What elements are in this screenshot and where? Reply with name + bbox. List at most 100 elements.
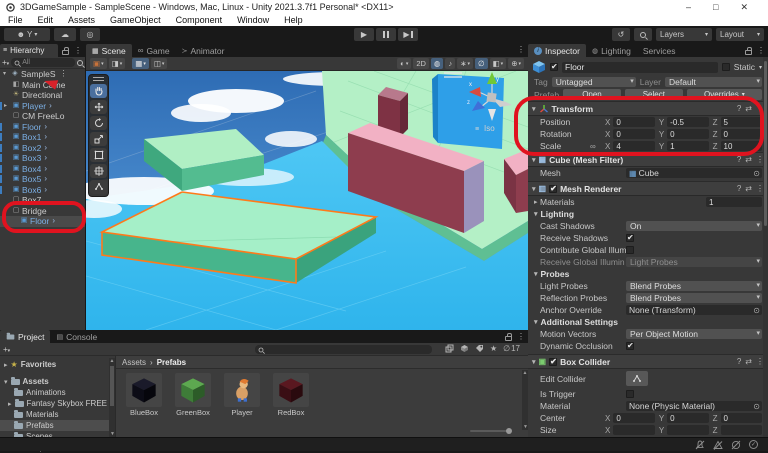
object-picker-icon[interactable]: ⊙ bbox=[753, 169, 760, 178]
prefab-arrow-icon[interactable]: › bbox=[44, 153, 47, 164]
cloud-button[interactable]: ☁ bbox=[54, 28, 76, 41]
foldout-icon[interactable]: ▾ bbox=[534, 270, 538, 278]
step-button[interactable]: ▶ bbox=[398, 28, 418, 41]
receive-shadows-checkbox[interactable] bbox=[626, 234, 634, 242]
tab-hierarchy[interactable]: ≡ Hierarchy bbox=[0, 44, 58, 57]
tag-dropdown[interactable]: Untagged bbox=[552, 77, 636, 87]
layout-dropdown[interactable]: Layout▾ bbox=[716, 28, 764, 41]
transform-tool[interactable] bbox=[90, 164, 107, 178]
prefab-arrow-icon[interactable]: › bbox=[52, 216, 55, 227]
custom-editor-tool[interactable] bbox=[90, 180, 107, 194]
position-x-field[interactable]: 0 bbox=[613, 117, 654, 127]
breadcrumb-current[interactable]: Prefabs bbox=[157, 358, 186, 367]
maximize-button[interactable]: □ bbox=[713, 2, 718, 13]
active-checkbox[interactable] bbox=[550, 63, 558, 71]
tool-handle-position-dropdown[interactable]: ▣▾ bbox=[90, 58, 107, 69]
foldout-icon[interactable]: ▾ bbox=[534, 318, 538, 326]
scale-y-field[interactable]: 1 bbox=[667, 141, 708, 151]
tree-materials[interactable]: Materials bbox=[0, 409, 115, 420]
2d-toggle[interactable]: 2D bbox=[413, 58, 429, 69]
mesh-renderer-header[interactable]: ▾ ▥ Mesh Renderer ?⇄⋮ bbox=[528, 181, 768, 196]
help-icon[interactable]: ? bbox=[737, 104, 741, 113]
gameobject-name-field[interactable]: Floor bbox=[562, 62, 718, 73]
foldout-icon[interactable]: ▾ bbox=[532, 156, 536, 164]
probes-section[interactable]: ▾Probes bbox=[528, 268, 768, 280]
project-search-input[interactable] bbox=[255, 345, 432, 354]
foldout-icon[interactable]: ▾ bbox=[532, 105, 536, 113]
pause-button[interactable] bbox=[376, 28, 396, 41]
object-picker-icon[interactable]: ⊙ bbox=[753, 306, 760, 315]
is-trigger-checkbox[interactable] bbox=[626, 390, 634, 398]
asset-bluebox[interactable]: BlueBox bbox=[124, 373, 164, 417]
kebab-menu-icon[interactable]: ⋮ bbox=[517, 333, 525, 341]
tab-game[interactable]: ∞Game bbox=[132, 44, 176, 57]
scale-tool[interactable] bbox=[90, 132, 107, 146]
lock-icon[interactable] bbox=[745, 50, 752, 55]
hierarchy-row-main-camera[interactable]: ◧Main Came bbox=[0, 80, 85, 91]
kebab-menu-icon[interactable]: ⋮ bbox=[60, 70, 68, 78]
kebab-menu-icon[interactable]: ⋮ bbox=[517, 46, 525, 54]
search-by-label-icon[interactable] bbox=[475, 344, 484, 353]
draw-mode-dropdown[interactable]: ◐▾ bbox=[397, 58, 411, 69]
tab-scene[interactable]: ▦Scene bbox=[86, 44, 132, 57]
additional-settings-section[interactable]: ▾Additional Settings bbox=[528, 316, 768, 328]
kebab-menu-icon[interactable]: ⋮ bbox=[757, 47, 765, 55]
hierarchy-row-box6[interactable]: ▣Box6› bbox=[0, 185, 85, 196]
physic-material-field[interactable]: None (Physic Material)⊙ bbox=[626, 401, 762, 411]
snap-settings-dropdown[interactable]: ◫▾ bbox=[151, 58, 168, 69]
close-button[interactable]: ✕ bbox=[740, 2, 748, 13]
tab-console[interactable]: ▤Console bbox=[50, 330, 103, 343]
gizmo-projection-label[interactable]: Iso bbox=[484, 124, 495, 133]
hierarchy-row-cm-freelook[interactable]: ▢CM FreeLo bbox=[0, 111, 85, 122]
tree-prefabs[interactable]: Prefabs bbox=[0, 420, 115, 431]
foldout-icon[interactable]: ▾ bbox=[4, 378, 8, 386]
scene-viewport[interactable]: y x z ≡ Iso bbox=[86, 71, 528, 330]
tree-favorites[interactable]: ▸★Favorites bbox=[0, 359, 115, 370]
cast-shadows-dropdown[interactable]: On bbox=[626, 221, 762, 231]
tab-project[interactable]: Project bbox=[0, 330, 50, 343]
mesh-filter-header[interactable]: ▾ ▦ Cube (Mesh Filter) ?⇄⋮ bbox=[528, 152, 768, 167]
menu-file[interactable]: File bbox=[8, 15, 23, 25]
tab-services[interactable]: Services bbox=[637, 44, 682, 57]
transform-header[interactable]: ▾ Transform ?⇄⋮ bbox=[528, 101, 768, 116]
content-scrollbar[interactable]: ▲▼ bbox=[522, 370, 528, 430]
status-ok-icon[interactable]: ✓ bbox=[749, 440, 758, 449]
rotation-y-field[interactable]: 0 bbox=[667, 129, 708, 139]
layer-dropdown[interactable]: Default bbox=[665, 77, 762, 87]
overlay-drag-handle[interactable] bbox=[93, 77, 104, 81]
component-enabled-checkbox[interactable] bbox=[549, 358, 557, 366]
menu-gameobject[interactable]: GameObject bbox=[110, 15, 161, 25]
prefab-open-button[interactable]: Open bbox=[563, 89, 621, 100]
help-icon[interactable]: ? bbox=[737, 184, 741, 193]
move-tool[interactable] bbox=[90, 100, 107, 114]
scene-3d-render[interactable]: y x z ≡ Iso bbox=[86, 71, 528, 330]
lock-icon[interactable] bbox=[505, 336, 512, 341]
help-icon[interactable]: ? bbox=[737, 357, 741, 366]
hierarchy-row-box3[interactable]: ▣Box3› bbox=[0, 153, 85, 164]
scale-x-field[interactable]: 4 bbox=[613, 141, 654, 151]
lighting-section[interactable]: ▾Lighting bbox=[528, 208, 768, 220]
open-new-window-icon[interactable] bbox=[445, 344, 454, 353]
mesh-object-field[interactable]: ▦Cube⊙ bbox=[626, 168, 762, 178]
menu-edit[interactable]: Edit bbox=[38, 15, 54, 25]
contribute-gi-checkbox[interactable] bbox=[626, 246, 634, 254]
hierarchy-row-box5[interactable]: ▣Box5› bbox=[0, 174, 85, 185]
prefab-arrow-icon[interactable]: › bbox=[44, 174, 47, 185]
hierarchy-search-input[interactable]: All bbox=[11, 58, 75, 67]
prefab-arrow-icon[interactable]: › bbox=[44, 185, 47, 196]
minimize-button[interactable]: – bbox=[686, 2, 691, 13]
effects-dropdown[interactable]: ∗▾ bbox=[457, 58, 473, 69]
gizmos-dropdown[interactable]: ⊕▾ bbox=[508, 58, 524, 69]
center-x-field[interactable]: 0 bbox=[613, 413, 654, 423]
anchor-override-field[interactable]: None (Transform)⊙ bbox=[626, 305, 762, 315]
asset-player[interactable]: Player bbox=[222, 373, 262, 417]
size-x-field[interactable] bbox=[613, 425, 654, 435]
prefab-select-button[interactable]: Select bbox=[625, 89, 683, 100]
presets-icon[interactable]: ⇄ bbox=[745, 184, 752, 193]
kebab-menu-icon[interactable]: ⋮ bbox=[74, 47, 82, 55]
view-hand-tool[interactable] bbox=[90, 84, 107, 98]
center-z-field[interactable]: 0 bbox=[721, 413, 762, 423]
position-y-field[interactable]: -0.5 bbox=[667, 117, 708, 127]
hierarchy-row-floor[interactable]: ▣Floor› bbox=[0, 122, 85, 133]
favorites-star-icon[interactable]: ★ bbox=[490, 344, 497, 353]
